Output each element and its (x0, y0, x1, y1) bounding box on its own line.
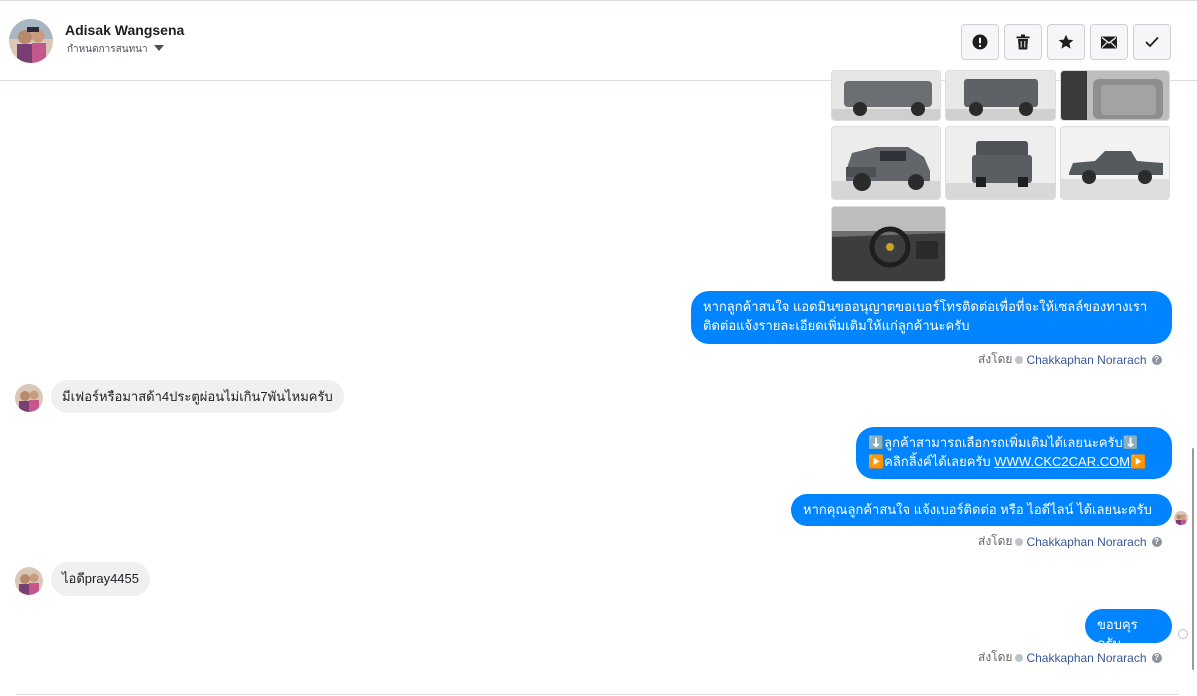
delivered-check-icon (1178, 629, 1188, 639)
car-photo-interior-seats[interactable] (1060, 70, 1170, 121)
message-text-line-2: ▶️คลิกลิ้งค์ได้เลยครับ WWW.CKC2CAR.COM▶️ (868, 452, 1160, 471)
sent-by-label: ส่งโดย (978, 352, 1013, 366)
message-text-line-1: ⬇️ลูกค้าสามารถเลือกรถเพิ่มเติมได้เลยนะคร… (868, 435, 1139, 450)
envelope-icon (1101, 36, 1117, 48)
star-icon (1058, 34, 1074, 49)
car-photo-back[interactable] (945, 126, 1056, 200)
car-photo-side[interactable] (1060, 126, 1170, 200)
checkmark-icon (1145, 36, 1159, 48)
verified-icon (1015, 537, 1024, 546)
message-text: มีเฟอร์หรือมาสด้า4ประตูผ่อนไม่เกิน7พันไห… (62, 389, 333, 404)
trash-icon (1016, 34, 1030, 50)
message-text: หากลูกค้าสนใจ แอดมินขออนุญาตขอเบอร์โทรติ… (703, 299, 1148, 333)
verified-icon (1015, 653, 1024, 662)
car-photo-front-angle[interactable] (831, 126, 941, 200)
incoming-message-bubble[interactable]: ไอดีpray4455 (51, 562, 150, 596)
message-text: ▶️ (1130, 454, 1147, 469)
scrollbar-thumb[interactable] (1192, 448, 1194, 670)
sent-by-label: ส่งโดย (978, 534, 1013, 548)
caret-down-icon (153, 45, 164, 51)
contact-name[interactable]: Adisak Wangsena (65, 22, 184, 38)
mark-done-button[interactable] (1133, 24, 1171, 60)
car-photo-dashboard[interactable] (831, 206, 946, 282)
conversation-label-dropdown[interactable]: กำหนดการสนทนา (67, 42, 164, 54)
agent-name-link[interactable]: Chakkaphan Norarach (1026, 353, 1146, 367)
outgoing-message-bubble[interactable]: ขอบคุรครับ (1085, 609, 1172, 651)
contact-avatar[interactable] (9, 19, 53, 63)
message-text: ขอบคุรครับ (1097, 617, 1138, 651)
help-icon[interactable]: ? (1151, 652, 1162, 663)
car-photo-rear[interactable] (945, 70, 1056, 121)
incoming-message-bubble[interactable]: มีเฟอร์หรือมาสด้า4ประตูผ่อนไม่เกิน7พันไห… (51, 380, 344, 413)
message-text: ▶️คลิกลิ้งค์ได้เลยครับ (868, 454, 995, 469)
conversation-header: Adisak Wangsena กำหนดการสนทนา (0, 0, 1197, 81)
outgoing-message-bubble[interactable]: ⬇️ลูกค้าสามารถเลือกรถเพิ่มเติมได้เลยนะคร… (856, 427, 1172, 479)
conversation-label-text: กำหนดการสนทนา (67, 44, 148, 54)
sent-by-label: ส่งโดย (978, 650, 1013, 664)
help-icon[interactable]: ? (1151, 536, 1162, 547)
outgoing-message-bubble[interactable]: หากคุณลูกค้าสนใจ แจ้งเบอร์ติดต่อ หรือ ไอ… (791, 494, 1172, 526)
contact-avatar-small[interactable] (15, 384, 43, 412)
message-text: หากคุณลูกค้าสนใจ แจ้งเบอร์ติดต่อ หรือ ไอ… (803, 502, 1152, 517)
mark-unread-button[interactable] (1090, 24, 1128, 60)
mark-spam-button[interactable] (961, 24, 999, 60)
agent-name-link[interactable]: Chakkaphan Norarach (1026, 535, 1146, 549)
car-photo-front-left[interactable] (831, 70, 941, 121)
message-text: ไอดีpray4455 (62, 571, 139, 586)
seen-by-avatar (1174, 511, 1188, 525)
star-button[interactable] (1047, 24, 1085, 60)
outgoing-message-bubble[interactable]: หากลูกค้าสนใจ แอดมินขออนุญาตขอเบอร์โทรติ… (691, 291, 1172, 344)
contact-avatar-small[interactable] (15, 567, 43, 595)
agent-name-link[interactable]: Chakkaphan Norarach (1026, 651, 1146, 665)
website-link[interactable]: WWW.CKC2CAR.COM (994, 454, 1130, 469)
sent-by-line: ส่งโดย Chakkaphan Norarach ? (978, 532, 1162, 551)
sent-by-line: ส่งโดย Chakkaphan Norarach ? (978, 648, 1162, 667)
sent-by-line: ส่งโดย Chakkaphan Norarach ? (978, 350, 1162, 369)
alert-circle-icon (972, 34, 988, 50)
delete-button[interactable] (1004, 24, 1042, 60)
help-icon[interactable]: ? (1151, 354, 1162, 365)
verified-icon (1015, 355, 1024, 364)
divider (17, 694, 1179, 695)
